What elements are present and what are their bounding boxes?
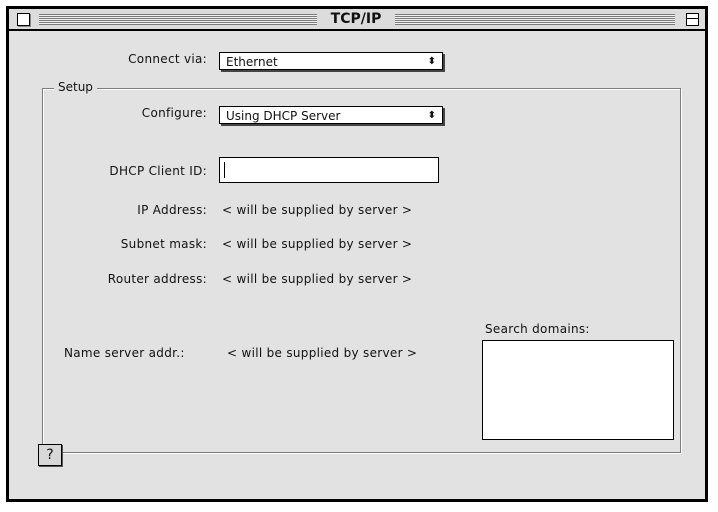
window-title: TCP/IP (317, 9, 395, 29)
help-button[interactable]: ? (38, 444, 62, 466)
connect-via-label: Connect via: (128, 52, 207, 66)
close-box-icon[interactable] (17, 13, 30, 26)
title-stripes-left (39, 14, 317, 25)
question-mark-icon: ? (46, 447, 54, 463)
connect-via-popup[interactable]: Ethernet ⬍ (219, 52, 443, 70)
dhcp-client-id-field[interactable] (219, 157, 439, 183)
ip-address-label: IP Address: (137, 203, 207, 217)
tcpip-window: TCP/IP Connect via: Ethernet ⬍ Setup Con… (6, 6, 708, 502)
search-domains-field[interactable] (482, 340, 674, 440)
dhcp-client-id-label: DHCP Client ID: (109, 164, 207, 178)
router-address-label: Router address: (107, 272, 207, 286)
configure-label: Configure: (141, 106, 207, 120)
name-server-label: Name server addr.: (64, 346, 185, 360)
configure-popup[interactable]: Using DHCP Server ⬍ (219, 106, 443, 124)
connect-via-value: Ethernet (226, 55, 278, 69)
setup-group-label: Setup (54, 80, 97, 94)
title-bar[interactable]: TCP/IP (9, 9, 705, 31)
text-caret (224, 162, 225, 178)
router-address-value: < will be supplied by server > (222, 272, 413, 286)
updown-arrows-icon: ⬍ (427, 110, 436, 121)
subnet-mask-value: < will be supplied by server > (222, 237, 413, 251)
subnet-mask-label: Subnet mask: (120, 237, 207, 251)
search-domains-label: Search domains: (485, 322, 590, 336)
configure-value: Using DHCP Server (226, 109, 341, 123)
name-server-value: < will be supplied by server > (227, 346, 418, 360)
ip-address-value: < will be supplied by server > (222, 203, 413, 217)
collapse-box-icon[interactable] (686, 13, 699, 26)
title-stripes-right (395, 14, 675, 25)
updown-arrows-icon: ⬍ (427, 56, 436, 67)
